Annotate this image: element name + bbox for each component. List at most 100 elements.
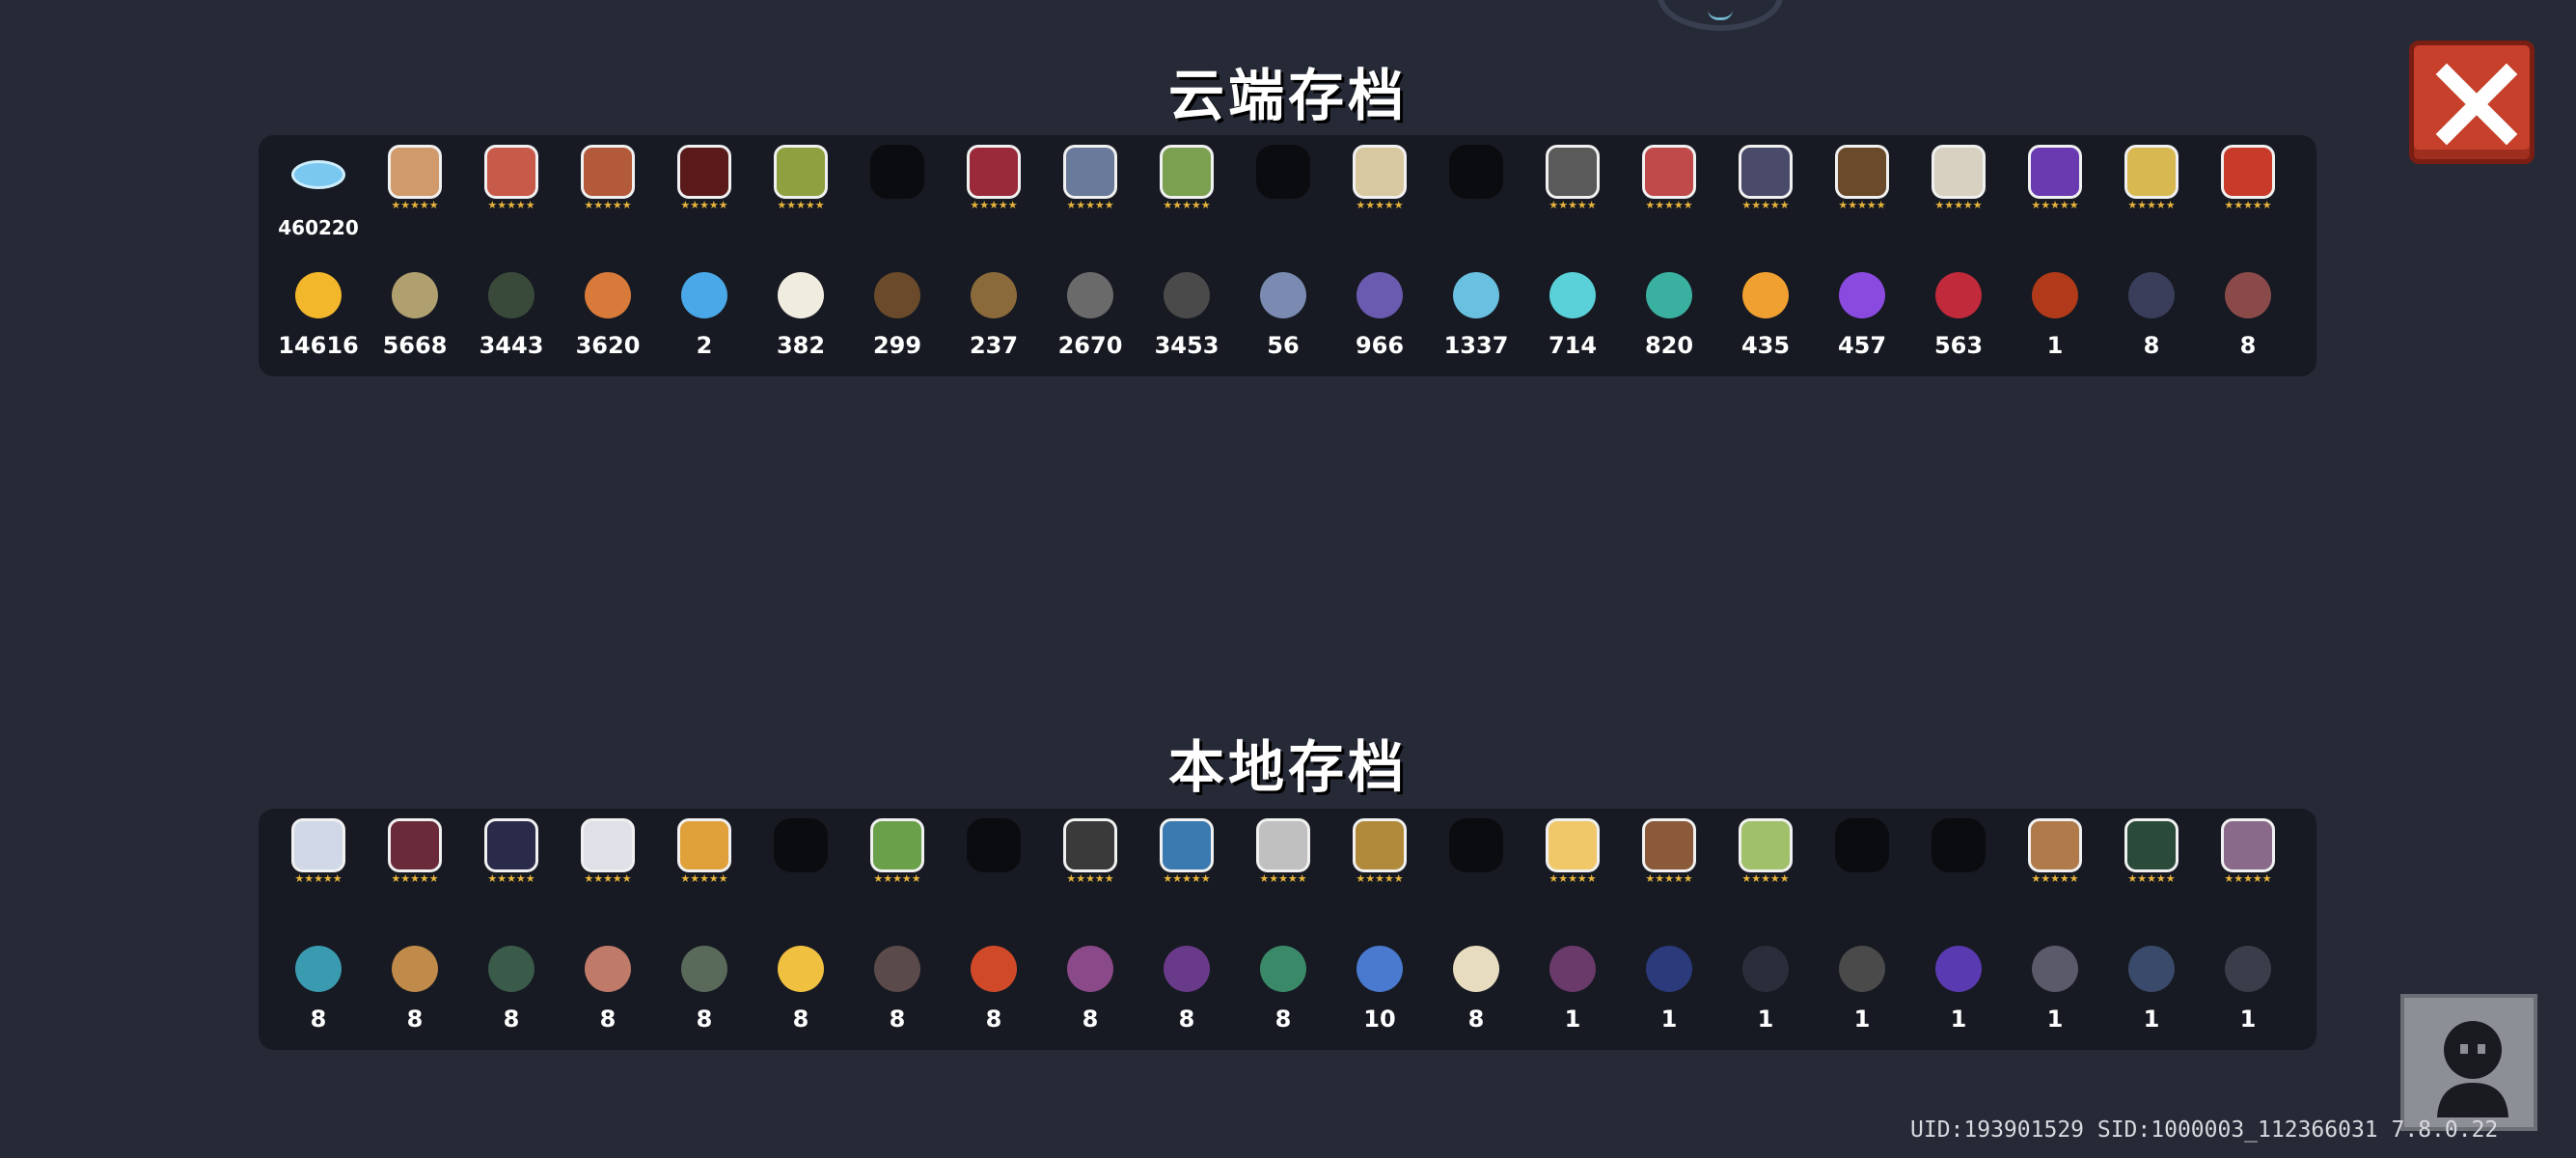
character-slot[interactable]: ★★★★★ (560, 813, 656, 928)
locked-character-slot[interactable] (1428, 813, 1524, 928)
character-slot[interactable]: ★★★★★ (560, 139, 656, 255)
character-slot[interactable]: ★★★★★ (1138, 139, 1235, 255)
material-slot[interactable]: 1 (1814, 934, 1910, 1050)
material-icon (2128, 272, 2175, 318)
character-slot[interactable]: ★★★★★ (2103, 813, 2200, 928)
material-slot[interactable]: 3620 (560, 261, 656, 376)
material-slot[interactable]: 966 (1331, 261, 1428, 376)
locked-character-slot[interactable] (1910, 813, 2007, 928)
character-slot[interactable]: ★★★★★ (1717, 813, 1814, 928)
locked-character-slot[interactable] (1235, 139, 1331, 255)
material-slot[interactable]: 8 (270, 934, 367, 1050)
material-slot[interactable]: 8 (560, 934, 656, 1050)
character-slot[interactable]: ★★★★★ (1910, 139, 2007, 255)
character-slot[interactable]: ★★★★★ (2007, 813, 2103, 928)
close-button[interactable] (2409, 41, 2535, 164)
material-slot[interactable]: 2 (656, 261, 753, 376)
material-slot[interactable]: 8 (849, 934, 945, 1050)
material-slot[interactable]: 820 (1621, 261, 1717, 376)
character-slot[interactable]: ★★★★★ (367, 813, 463, 928)
material-slot[interactable]: 435 (1717, 261, 1814, 376)
star-rating: ★★★★★ (680, 872, 728, 885)
material-slot[interactable]: 1 (1910, 934, 2007, 1050)
material-slot[interactable]: 237 (945, 261, 1042, 376)
locked-character-slot[interactable] (945, 813, 1042, 928)
material-slot[interactable]: 8 (367, 934, 463, 1050)
character-slot[interactable]: ★★★★★ (1331, 813, 1428, 928)
locked-character-slot[interactable] (753, 813, 849, 928)
material-slot[interactable]: 3453 (1138, 261, 1235, 376)
material-slot[interactable]: 5668 (367, 261, 463, 376)
material-slot[interactable]: 1337 (1428, 261, 1524, 376)
locked-character-slot[interactable] (1428, 139, 1524, 255)
material-slot[interactable]: 10 (1331, 934, 1428, 1050)
character-portrait-icon (1063, 818, 1117, 872)
character-slot[interactable]: ★★★★★ (1717, 139, 1814, 255)
material-slot[interactable]: 1 (2007, 934, 2103, 1050)
material-slot[interactable]: 1 (2103, 934, 2200, 1050)
material-slot[interactable]: 299 (849, 261, 945, 376)
character-slot[interactable]: ★★★★★ (1524, 139, 1621, 255)
character-slot[interactable]: ★★★★★ (463, 813, 560, 928)
star-rating: ★★★★★ (1259, 872, 1307, 885)
character-slot[interactable]: ★★★★★ (2200, 813, 2296, 928)
character-slot[interactable]: ★★★★★ (849, 813, 945, 928)
material-slot[interactable]: 56 (1235, 261, 1331, 376)
material-slot[interactable]: 8 (945, 934, 1042, 1050)
character-slot[interactable]: ★★★★★ (1042, 813, 1138, 928)
locked-character-slot[interactable] (1814, 813, 1910, 928)
material-icon (1935, 272, 1982, 318)
locked-character-slot[interactable] (849, 139, 945, 255)
star-rating: ★★★★★ (487, 199, 535, 211)
star-rating: ★★★★★ (1356, 199, 1404, 211)
character-slot[interactable]: ★★★★★ (2103, 139, 2200, 255)
material-slot[interactable]: 714 (1524, 261, 1621, 376)
character-portrait-icon (1546, 818, 1600, 872)
material-slot[interactable]: 8 (1042, 934, 1138, 1050)
material-slot[interactable]: 1 (1524, 934, 1621, 1050)
character-slot[interactable]: ★★★★★ (2200, 139, 2296, 255)
character-portrait-icon (1256, 818, 1310, 872)
character-slot[interactable]: ★★★★★ (945, 139, 1042, 255)
material-icon (2032, 946, 2078, 992)
material-slot[interactable]: 8 (463, 934, 560, 1050)
material-slot[interactable]: 3443 (463, 261, 560, 376)
character-slot[interactable]: ★★★★★ (367, 139, 463, 255)
character-slot[interactable]: ★★★★★ (1331, 139, 1428, 255)
material-slot[interactable]: 8 (1235, 934, 1331, 1050)
material-slot[interactable]: 1 (1717, 934, 1814, 1050)
top-pull-tab[interactable] (1658, 0, 1783, 31)
material-slot[interactable]: 1 (1621, 934, 1717, 1050)
locked-character-icon (774, 818, 828, 872)
material-slot[interactable]: 8 (1138, 934, 1235, 1050)
star-rating: ★★★★★ (1356, 872, 1404, 885)
material-slot[interactable]: 2670 (1042, 261, 1138, 376)
material-slot[interactable]: 14616 (270, 261, 367, 376)
material-icon (392, 946, 438, 992)
profile-avatar-button[interactable] (2400, 994, 2537, 1131)
material-slot[interactable]: 1 (2007, 261, 2103, 376)
material-slot[interactable]: 8 (2200, 261, 2296, 376)
material-slot[interactable]: 8 (2103, 261, 2200, 376)
character-slot[interactable]: ★★★★★ (2007, 139, 2103, 255)
character-slot[interactable]: ★★★★★ (1235, 813, 1331, 928)
character-slot[interactable]: ★★★★★ (753, 139, 849, 255)
character-slot[interactable]: ★★★★★ (1524, 813, 1621, 928)
material-slot[interactable]: 8 (656, 934, 753, 1050)
material-slot[interactable]: 563 (1910, 261, 2007, 376)
material-slot[interactable]: 382 (753, 261, 849, 376)
character-slot[interactable]: ★★★★★ (1138, 813, 1235, 928)
star-rating: ★★★★★ (584, 872, 632, 885)
material-slot[interactable]: 1 (2200, 934, 2296, 1050)
character-slot[interactable]: ★★★★★ (656, 139, 753, 255)
material-slot[interactable]: 8 (753, 934, 849, 1050)
character-slot[interactable]: ★★★★★ (1042, 139, 1138, 255)
character-slot[interactable]: ★★★★★ (1621, 813, 1717, 928)
character-slot[interactable]: ★★★★★ (1621, 139, 1717, 255)
character-slot[interactable]: ★★★★★ (1814, 139, 1910, 255)
character-slot[interactable]: ★★★★★ (270, 813, 367, 928)
character-slot[interactable]: ★★★★★ (463, 139, 560, 255)
material-slot[interactable]: 8 (1428, 934, 1524, 1050)
character-slot[interactable]: ★★★★★ (656, 813, 753, 928)
material-slot[interactable]: 457 (1814, 261, 1910, 376)
